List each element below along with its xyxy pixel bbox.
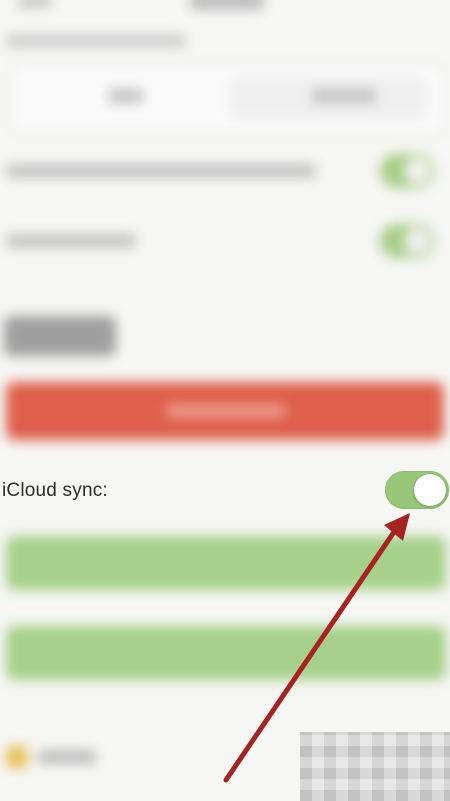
section-caption — [6, 34, 186, 48]
segmented-control — [10, 64, 444, 134]
setting-toggle-1[interactable] — [380, 154, 434, 188]
setting-toggle-2[interactable] — [380, 224, 434, 258]
icloud-sync-toggle[interactable] — [385, 471, 449, 509]
icloud-sync-label: iCloud sync: — [2, 480, 108, 501]
setting-row-label — [6, 164, 316, 178]
icloud-sync-row: iCloud sync: — [0, 468, 450, 514]
back-button[interactable] — [18, 0, 52, 8]
star-icon — [6, 746, 28, 768]
navigation-bar — [0, 0, 450, 26]
action-button-2[interactable] — [6, 626, 446, 680]
pixelated-watermark — [300, 732, 450, 801]
bottom-list-item[interactable] — [0, 738, 200, 778]
toggle-knob — [414, 474, 446, 506]
action-button-1[interactable] — [6, 536, 446, 590]
setting-row-1 — [0, 152, 450, 192]
bottom-item-label — [38, 750, 96, 764]
segment-option-2[interactable] — [312, 88, 376, 104]
page-title — [190, 0, 264, 10]
setting-row-2 — [0, 222, 450, 262]
segment-option-1[interactable] — [108, 88, 144, 104]
setting-row-label — [6, 234, 136, 248]
destructive-button-label — [166, 404, 286, 418]
destructive-button[interactable] — [6, 382, 444, 440]
section-heading — [4, 316, 116, 356]
